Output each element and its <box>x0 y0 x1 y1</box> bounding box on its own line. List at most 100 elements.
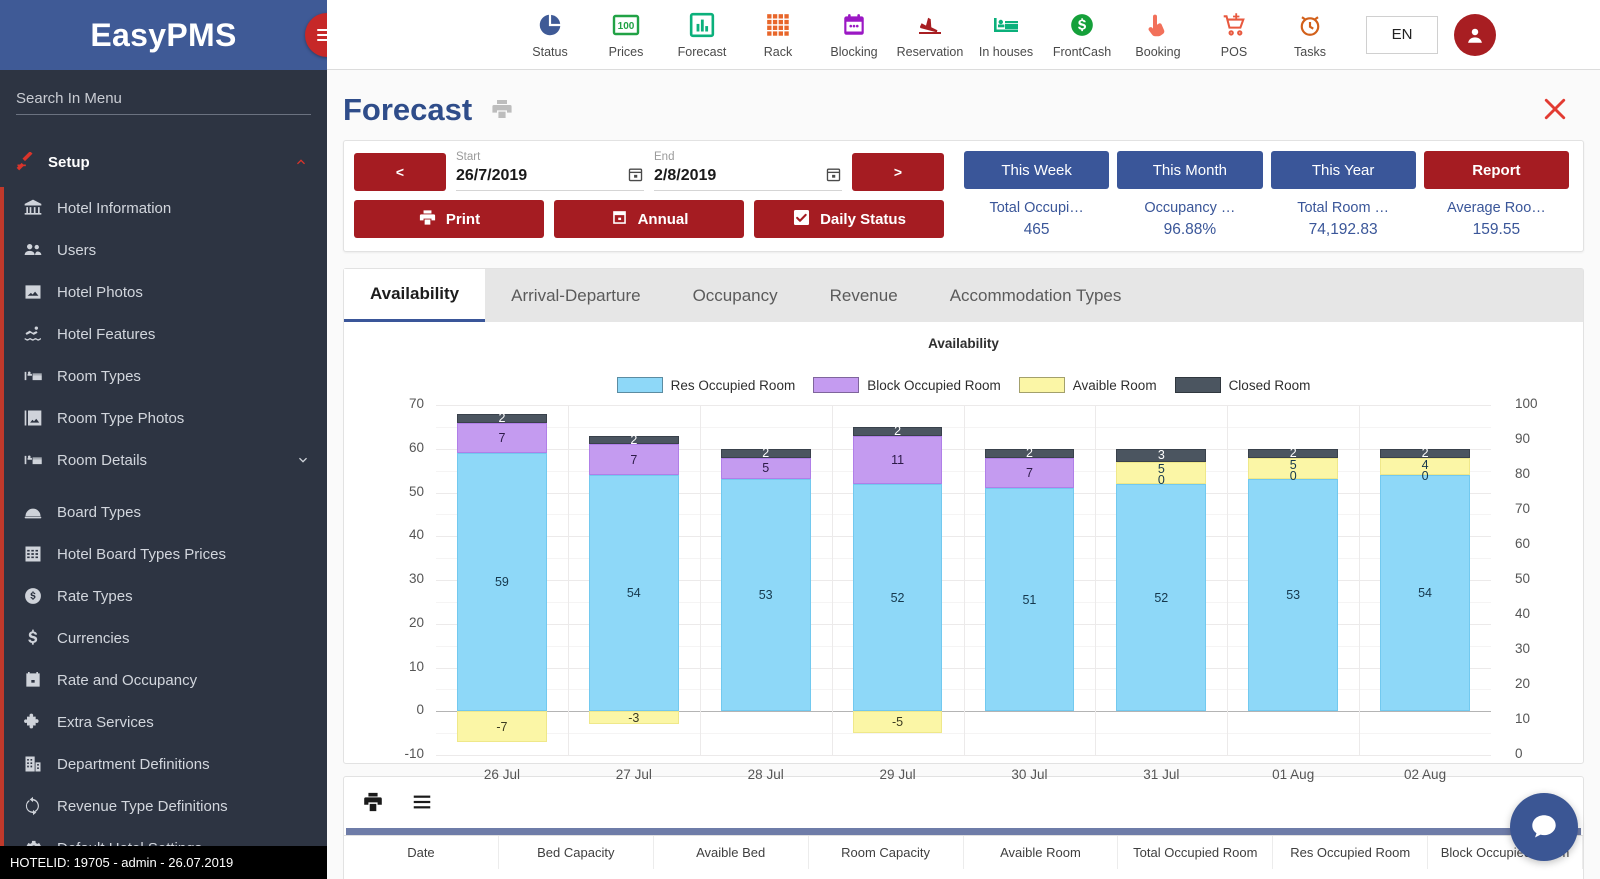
swimmer-icon <box>22 323 44 345</box>
topbar-item-label: Blocking <box>830 45 878 59</box>
topbar-item-in-houses[interactable]: In houses <box>968 10 1044 59</box>
dollar-circle-icon <box>1069 10 1095 40</box>
y2-axis-tick-label: 50 <box>1515 571 1531 586</box>
chevron-down-icon[interactable] <box>295 452 311 468</box>
topbar-item-reservation[interactable]: Reservation <box>892 10 968 59</box>
sidebar-item-department-definitions[interactable]: Department Definitions <box>4 743 327 785</box>
tab-arrival-departure[interactable]: Arrival-Departure <box>485 269 666 322</box>
tab-occupancy[interactable]: Occupancy <box>667 269 804 322</box>
chart-bar-segment: 2 <box>720 446 811 460</box>
calendar-icon[interactable] <box>627 166 644 186</box>
hamburger-bar <box>317 34 327 36</box>
quick-range-report: Report Average Roo… 159.55 <box>1420 151 1573 239</box>
table-column-header[interactable]: Res Occupied Room <box>1273 836 1429 869</box>
sidebar-item-label: Users <box>57 241 97 259</box>
topbar-item-status[interactable]: Status <box>512 10 588 59</box>
end-date-field[interactable]: End 2/8/2019 <box>654 151 842 191</box>
chevron-up-icon[interactable] <box>293 154 309 170</box>
quick-range-this-month: This Month Occupancy … 96.88% <box>1113 151 1266 239</box>
topbar-item-label: POS <box>1220 45 1248 59</box>
sidebar-item-hotel-board-types-prices[interactable]: Hotel Board Types Prices <box>4 533 327 575</box>
table-column-header[interactable]: Avaible Bed <box>654 836 809 869</box>
menu-search[interactable] <box>16 90 311 115</box>
sidebar-item-users[interactable]: Users <box>4 229 327 271</box>
sidebar-item-room-details[interactable]: Room Details <box>4 439 327 481</box>
list-menu-icon[interactable] <box>410 791 434 816</box>
close-icon[interactable] <box>1540 94 1570 127</box>
chart-bar-group[interactable]: 51 7 2 <box>964 405 1096 755</box>
chart-bar-group[interactable]: 53 5 2 <box>700 405 832 755</box>
topbar-item-frontcash[interactable]: FrontCash <box>1044 10 1120 59</box>
sidebar-item-revenue-type-definitions[interactable]: Revenue Type Definitions <box>4 785 327 827</box>
chart-bar-group[interactable]: 52 5 0 3 <box>1095 405 1227 755</box>
topbar-item-booking[interactable]: Booking <box>1120 10 1196 59</box>
forecast-tabs-card: Availability Arrival-Departure Occupancy… <box>343 268 1584 782</box>
annual-button[interactable]: Annual <box>554 200 744 238</box>
printer-icon[interactable] <box>362 791 384 816</box>
topbar-item-prices[interactable]: 100 Prices <box>588 10 664 59</box>
table-column-header[interactable]: Bed Capacity <box>499 836 654 869</box>
chart-bar-group[interactable]: 54 4 0 2 <box>1359 405 1491 755</box>
sidebar-item-label: Rate Types <box>57 587 133 605</box>
language-selector[interactable]: EN <box>1366 15 1438 54</box>
topbar-item-forecast[interactable]: Forecast <box>664 10 740 59</box>
legend-swatch <box>616 377 663 393</box>
sidebar-item-rate-types[interactable]: Rate Types <box>4 575 327 617</box>
legend-item-closed-room[interactable]: Closed Room <box>1174 377 1310 393</box>
calendar-icon[interactable] <box>825 166 842 186</box>
printer-icon[interactable] <box>490 97 514 124</box>
legend-swatch <box>1018 377 1065 393</box>
chart-bar-segment: 3 <box>1116 448 1207 462</box>
hotel-id-status-bar: HOTELID: 19705 - admin - 26.07.2019 <box>0 846 327 879</box>
sidebar-item-rate-and-occupancy[interactable]: Rate and Occupancy <box>4 659 327 701</box>
alarm-clock-icon <box>1297 10 1323 40</box>
sidebar-section-setup[interactable]: Setup <box>0 137 327 187</box>
legend-item-avaible-room[interactable]: Avaible Room <box>1018 377 1157 393</box>
this-month-button[interactable]: This Month <box>1117 151 1263 189</box>
chart-bar-segment: 52 <box>1116 483 1207 712</box>
chart-bar-group[interactable]: 53 5 0 2 <box>1227 405 1359 755</box>
table-column-header[interactable]: Date <box>344 836 499 869</box>
sidebar-item-board-types[interactable]: Board Types <box>4 491 327 533</box>
report-button[interactable]: Report <box>1423 151 1569 189</box>
sidebar-item-extra-services[interactable]: Extra Services <box>4 701 327 743</box>
next-period-button[interactable]: > <box>852 153 944 191</box>
table-column-header[interactable]: Room Capacity <box>809 836 964 869</box>
sidebar-item-hotel-photos[interactable]: Hotel Photos <box>4 271 327 313</box>
sidebar-item-hotel-features[interactable]: Hotel Features <box>4 313 327 355</box>
topbar-item-label: Tasks <box>1294 45 1326 59</box>
x-axis-tick-label: 31 Jul <box>1143 767 1180 782</box>
prev-period-button[interactable]: < <box>354 153 446 191</box>
tab-availability[interactable]: Availability <box>344 269 486 322</box>
daily-status-button[interactable]: Daily Status <box>754 200 944 238</box>
sidebar-item-room-type-photos[interactable]: Room Type Photos <box>4 397 327 439</box>
topbar-item-blocking[interactable]: Blocking <box>816 10 892 59</box>
topbar-item-tasks[interactable]: Tasks <box>1272 10 1348 59</box>
chart-title: Availability <box>928 336 999 351</box>
search-input[interactable] <box>16 90 311 107</box>
tab-revenue[interactable]: Revenue <box>804 269 924 322</box>
legend-label: Avaible Room <box>1072 377 1157 393</box>
topbar-item-rack[interactable]: Rack <box>740 10 816 59</box>
topbar-item-pos[interactable]: POS <box>1196 10 1272 59</box>
start-date-field[interactable]: Start 26/7/2019 <box>456 151 644 191</box>
table-column-header[interactable]: Avaible Room <box>964 836 1119 869</box>
sidebar-item-hotel-information[interactable]: Hotel Information <box>4 187 327 229</box>
sidebar-item-room-types[interactable]: Room Types <box>4 355 327 397</box>
forecast-table-card: Date Bed Capacity Avaible Bed Room Capacity… <box>343 776 1584 879</box>
sidebar-item-currencies[interactable]: Currencies <box>4 617 327 659</box>
date-range-row: < Start 26/7/2019 End 2/8/2019 > <box>354 151 944 191</box>
calendar-icon <box>610 208 629 231</box>
this-week-button[interactable]: This Week <box>964 151 1110 189</box>
chart-bar-group[interactable]: 54 7 2 -3 <box>568 405 700 755</box>
legend-item-block-occupied-room[interactable]: Block Occupied Room <box>813 377 1001 393</box>
chart-bar-group[interactable]: 52 11 2 -5 <box>832 405 964 755</box>
print-button[interactable]: Print <box>354 200 544 238</box>
table-column-header[interactable]: Total Occupied Room <box>1118 836 1274 869</box>
chart-bar-group[interactable]: 59 7 2 -7 <box>436 405 568 755</box>
chat-bubble-icon[interactable] <box>1510 793 1578 861</box>
this-year-button[interactable]: This Year <box>1270 151 1416 189</box>
user-avatar-icon[interactable] <box>1454 13 1496 56</box>
tab-accommodation-types[interactable]: Accommodation Types <box>924 269 1148 322</box>
legend-item-res-occupied-room[interactable]: Res Occupied Room <box>616 377 795 393</box>
